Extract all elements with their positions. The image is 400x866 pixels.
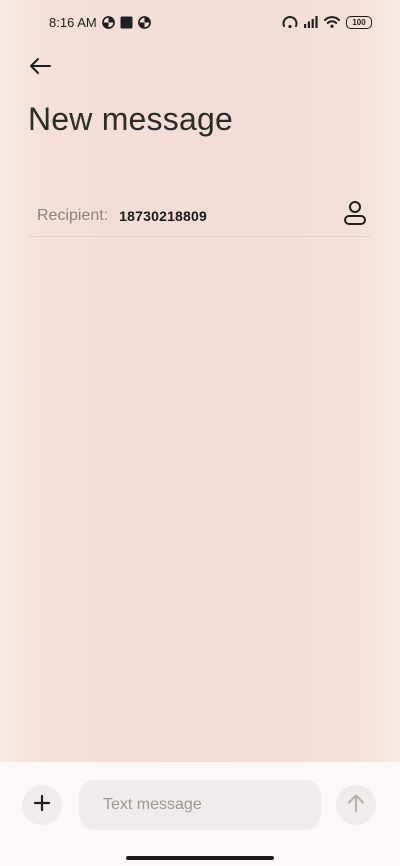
page-title: New message xyxy=(28,101,233,137)
message-input[interactable] xyxy=(101,795,321,815)
recipient-number[interactable]: 18730218809 xyxy=(119,208,207,224)
notification-app-icon xyxy=(101,15,115,29)
recipient-field[interactable]: Recipient: 18730218809 xyxy=(28,195,370,237)
status-time: 8:16 AM xyxy=(49,14,97,30)
stop-square-icon xyxy=(120,16,133,29)
send-button[interactable] xyxy=(336,785,376,825)
status-bar: 8:16 AM 100 xyxy=(0,0,400,44)
wifi-icon xyxy=(324,16,340,28)
plus-icon xyxy=(33,794,51,817)
battery-indicator: 100 xyxy=(346,15,372,29)
recipient-label: Recipient: xyxy=(37,206,109,224)
status-left: 8:16 AM xyxy=(49,15,151,30)
contact-picker-button[interactable] xyxy=(340,201,370,231)
composer-bar xyxy=(0,762,400,866)
message-input-container[interactable] xyxy=(79,780,321,830)
arrow-up-icon xyxy=(347,793,365,818)
hotspot-icon xyxy=(282,15,298,29)
add-attachment-button[interactable] xyxy=(22,785,62,825)
status-right: 100 xyxy=(282,15,372,29)
signal-icon xyxy=(304,16,318,28)
arrow-left-icon xyxy=(28,57,52,80)
navigation-handle[interactable] xyxy=(126,856,274,860)
back-button[interactable] xyxy=(24,52,56,84)
person-icon xyxy=(343,200,367,231)
notification-app-icon xyxy=(137,15,151,29)
